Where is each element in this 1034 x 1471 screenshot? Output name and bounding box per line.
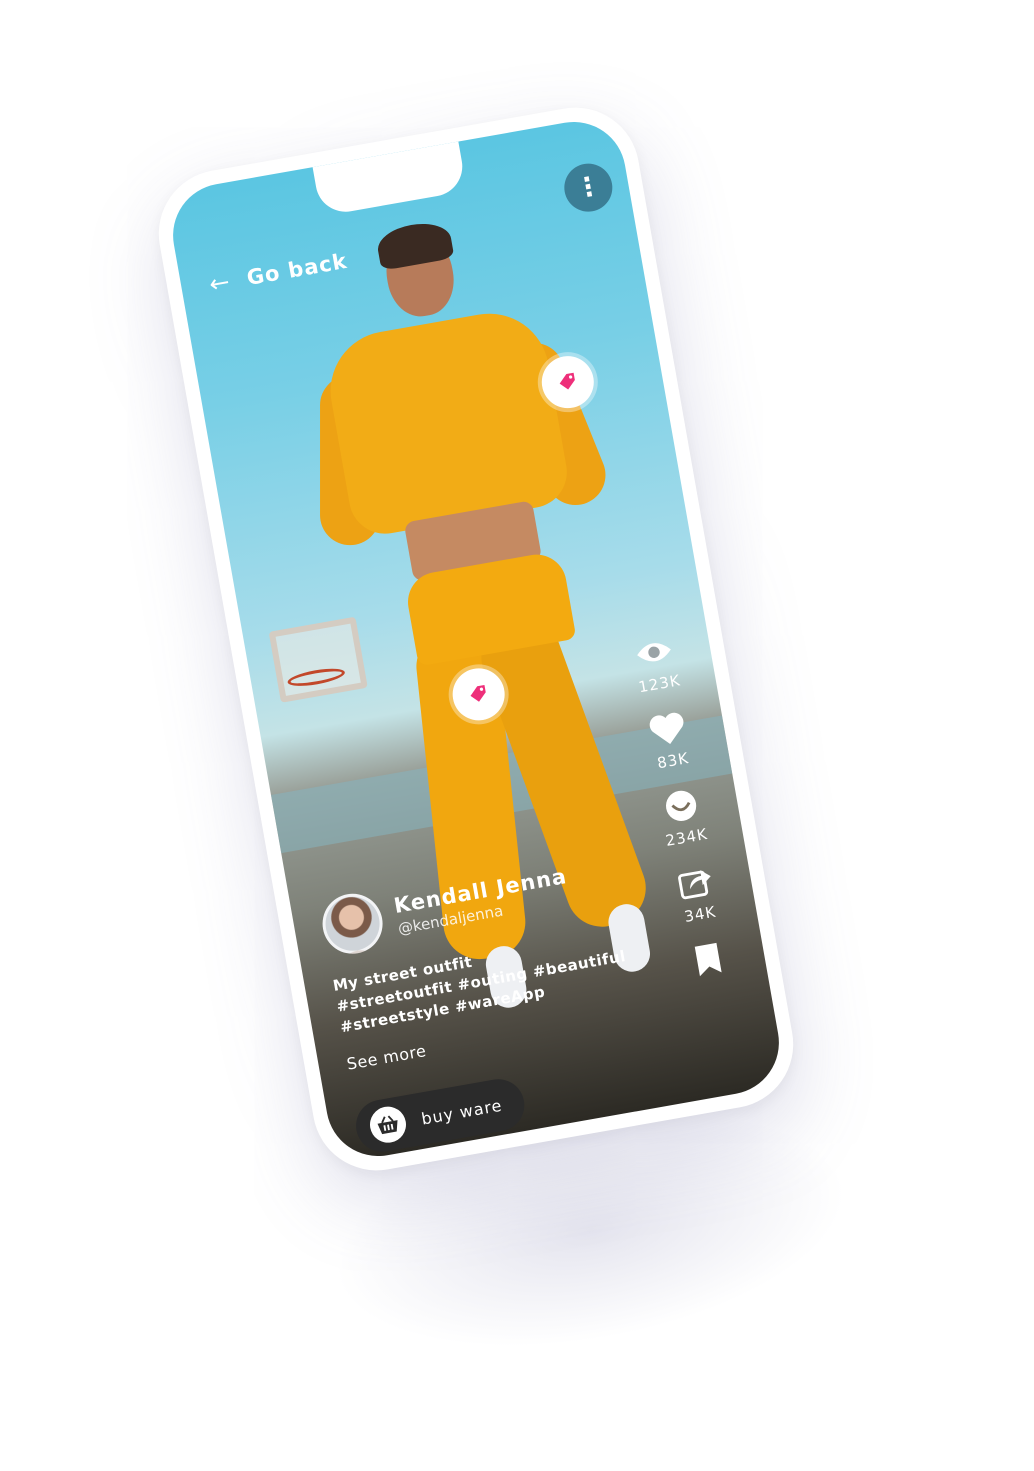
vertical-dots-icon: ⋮ <box>572 170 604 205</box>
shares-stat[interactable]: 34K <box>673 863 720 927</box>
video-screen[interactable]: ← Go back ⋮ 123K 83K 234K 34K Kendall Je… <box>164 113 788 1165</box>
price-tag-icon <box>559 372 575 390</box>
see-more-link[interactable]: See more <box>345 1041 427 1074</box>
eye-icon <box>637 643 671 662</box>
shares-count: 34K <box>682 902 718 926</box>
likes-count: 83K <box>655 748 691 773</box>
comments-count: 234K <box>664 824 710 850</box>
comment-smile-icon <box>665 790 697 822</box>
bookmark-button[interactable] <box>690 940 725 979</box>
arrow-left-icon: ← <box>207 267 232 299</box>
buy-ware-button[interactable]: buy ware <box>351 1075 529 1156</box>
likes-stat[interactable]: 83K <box>646 709 693 773</box>
price-tag-icon <box>470 684 486 702</box>
phone-notch <box>311 137 468 217</box>
views-stat[interactable]: 123K <box>630 632 682 696</box>
heart-icon <box>649 712 684 744</box>
basket-icon-wrap <box>367 1103 409 1146</box>
views-count: 123K <box>637 671 683 697</box>
bookmark-icon <box>694 942 722 977</box>
buy-ware-label: buy ware <box>419 1095 504 1129</box>
phone-mockup: ← Go back ⋮ 123K 83K 234K 34K Kendall Je… <box>148 97 804 1181</box>
share-icon <box>678 870 711 900</box>
basket-icon <box>377 1115 398 1135</box>
comments-stat[interactable]: 234K <box>657 785 710 850</box>
avatar[interactable] <box>317 889 388 959</box>
